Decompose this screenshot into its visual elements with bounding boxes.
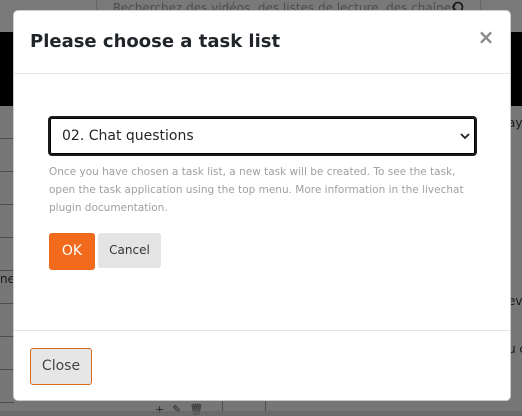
chevron-down-icon [460,133,470,140]
close-button[interactable]: Close [30,348,92,385]
ok-button[interactable]: OK [49,233,95,270]
task-list-select[interactable]: 02. Chat questions [48,116,477,156]
modal-footer: Close [14,330,510,401]
cancel-button[interactable]: Cancel [98,233,161,268]
close-icon[interactable]: × [477,26,495,48]
task-list-select-value: 02. Chat questions [62,128,194,144]
help-text: Once you have chosen a task list, a new … [49,166,464,214]
modal-header: Please choose a task list × [14,11,510,74]
modal-title: Please choose a task list [30,31,281,52]
modal-body: 02. Chat questions Once you have chosen … [14,75,510,330]
task-list-modal: Please choose a task list × 02. Chat que… [13,10,511,401]
